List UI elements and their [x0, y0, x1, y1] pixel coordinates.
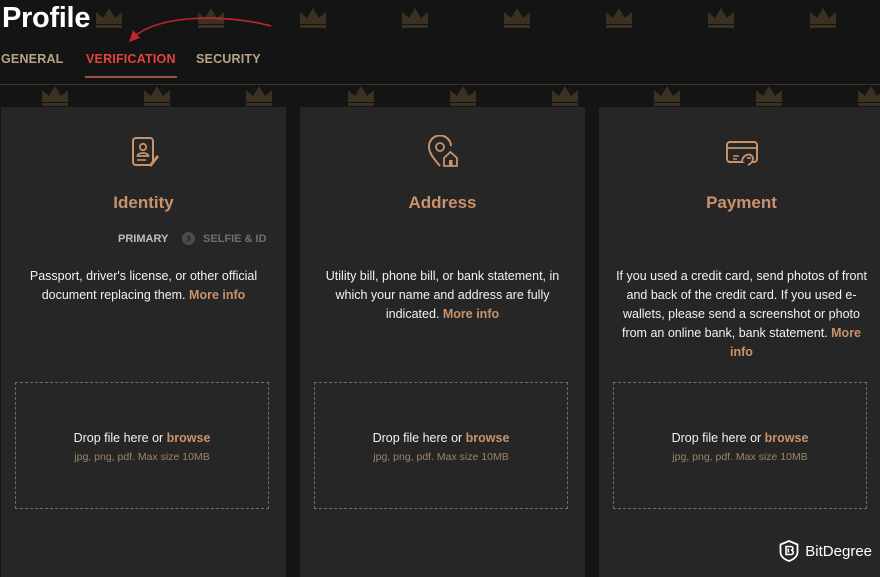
bitdegree-watermark: BitDegree	[779, 539, 872, 563]
address-card: Address Utility bill, phone bill, or ban…	[300, 107, 585, 577]
payment-drop-hint: jpg, png, pdf. Max size 10MB	[672, 451, 808, 463]
address-title: Address	[408, 193, 477, 212]
address-drop-hint: jpg, png, pdf. Max size 10MB	[373, 451, 509, 463]
identity-card: Identity PRIMARY SELFIE & ID Passport, d…	[1, 107, 286, 577]
subtab-primary[interactable]: PRIMARY	[118, 233, 168, 245]
identity-drop-hint: jpg, png, pdf. Max size 10MB	[74, 451, 210, 463]
payment-drop-text: Drop file here or browse	[614, 431, 866, 445]
identity-browse-link[interactable]: browse	[167, 431, 211, 445]
subtab-selfie-id[interactable]: SELFIE & ID	[203, 233, 267, 245]
id-card-icon	[131, 137, 159, 167]
crown-decoration	[604, 6, 634, 33]
crown-decoration	[706, 6, 736, 33]
identity-dropzone[interactable]: Drop file here or browse jpg, png, pdf. …	[15, 382, 269, 509]
payment-browse-link[interactable]: browse	[765, 431, 809, 445]
identity-title: Identity	[113, 193, 174, 212]
address-drop-text: Drop file here or browse	[315, 431, 567, 445]
crown-decoration	[298, 6, 328, 33]
chevron-right-icon[interactable]	[182, 232, 195, 245]
address-browse-link[interactable]: browse	[466, 431, 510, 445]
address-more-info-link[interactable]: More info	[443, 307, 499, 321]
address-dropzone[interactable]: Drop file here or browse jpg, png, pdf. …	[314, 382, 568, 509]
identity-subtabs: PRIMARY SELFIE & ID	[1, 232, 286, 248]
crown-decoration	[502, 6, 532, 33]
drop-prefix: Drop file here or	[671, 431, 762, 445]
page-title: Profile	[2, 2, 91, 34]
payment-dropzone[interactable]: Drop file here or browse jpg, png, pdf. …	[613, 382, 867, 509]
address-description: Utility bill, phone bill, or bank statem…	[314, 267, 571, 324]
identity-more-info-link[interactable]: More info	[189, 288, 245, 302]
payment-title: Payment	[706, 193, 777, 212]
crown-decoration	[94, 6, 124, 33]
drop-prefix: Drop file here or	[372, 431, 463, 445]
tab-verification[interactable]: VERIFICATION	[85, 52, 177, 78]
payment-description: If you used a credit card, send photos o…	[613, 267, 870, 362]
drop-prefix: Drop file here or	[73, 431, 164, 445]
payment-card: Payment If you used a credit card, send …	[599, 107, 880, 577]
bitdegree-logo-icon	[779, 540, 799, 562]
tab-security[interactable]: SECURITY	[196, 52, 261, 78]
location-home-icon	[427, 135, 458, 167]
profile-tabs: GENERAL VERIFICATION SECURITY	[0, 44, 880, 85]
crown-decoration	[808, 6, 838, 33]
annotation-arrow	[129, 17, 272, 42]
watermark-text: BitDegree	[805, 542, 872, 560]
identity-drop-text: Drop file here or browse	[16, 431, 268, 445]
crown-decoration	[400, 6, 430, 33]
payment-description-text: If you used a credit card, send photos o…	[616, 269, 867, 340]
identity-description: Passport, driver's license, or other off…	[15, 267, 272, 305]
payment-card-icon	[725, 141, 758, 166]
tab-general[interactable]: GENERAL	[1, 52, 64, 78]
